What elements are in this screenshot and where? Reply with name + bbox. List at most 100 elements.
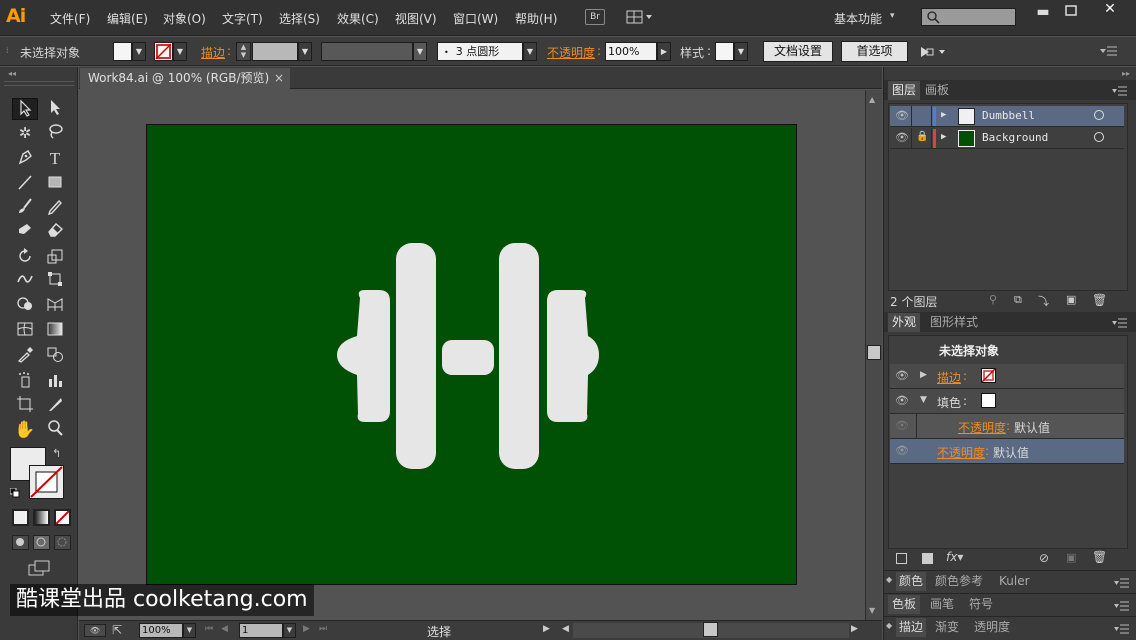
- color-mode-button[interactable]: [12, 509, 29, 526]
- zoom-tool-icon[interactable]: [42, 419, 68, 441]
- locate-object-icon[interactable]: ⚲: [989, 293, 997, 306]
- prev-artboard-icon[interactable]: ◀: [221, 624, 228, 634]
- selection-tool-icon[interactable]: [12, 98, 38, 120]
- next-artboard-icon[interactable]: ▶: [303, 624, 310, 634]
- free-transform-tool-icon[interactable]: [42, 270, 68, 292]
- new-layer-icon[interactable]: ▣: [1066, 293, 1076, 306]
- layer-row[interactable]: 👁 ▶ Dumbbell: [890, 106, 1124, 127]
- paintbrush-tool-icon[interactable]: [12, 197, 38, 219]
- vertical-scrollbar[interactable]: ▲ ▼: [865, 90, 882, 620]
- panel-menu-icon[interactable]: [1098, 45, 1118, 57]
- menu-view[interactable]: 视图(V): [395, 10, 437, 27]
- fill-opacity-label[interactable]: 不透明度: [958, 419, 1006, 436]
- eye-icon[interactable]: 👁: [895, 370, 909, 381]
- artboard-dropdown[interactable]: ▼: [283, 623, 296, 638]
- add-effect-icon[interactable]: fx▾: [946, 550, 963, 564]
- zoom-input[interactable]: 100%: [139, 623, 183, 638]
- appearance-stroke-label[interactable]: 描边: [937, 369, 961, 386]
- menu-window[interactable]: 窗口(W): [453, 10, 498, 27]
- eye-icon[interactable]: 👁: [895, 132, 909, 143]
- brush-definition[interactable]: • 3 点圆形: [437, 42, 523, 61]
- tab-stroke[interactable]: 描边: [896, 618, 926, 637]
- layers-menu-icon[interactable]: [1112, 85, 1128, 96]
- arrange-documents-icon[interactable]: [626, 9, 654, 25]
- first-artboard-icon[interactable]: ⏮: [205, 624, 213, 634]
- menu-effect[interactable]: 效果(C): [337, 10, 379, 27]
- draw-normal-icon[interactable]: [12, 535, 29, 550]
- pencil-tool-icon[interactable]: [42, 197, 68, 219]
- swap-colors-icon[interactable]: ↰: [52, 447, 61, 460]
- lock-icon[interactable]: 🔒: [916, 131, 928, 142]
- menu-help[interactable]: 帮助(H): [515, 10, 557, 27]
- close-window-button[interactable]: ✕: [1090, 1, 1130, 19]
- opacity-input[interactable]: 100%: [605, 42, 657, 61]
- stroke-weight-input[interactable]: [252, 42, 298, 61]
- menu-select[interactable]: 选择(S): [279, 10, 320, 27]
- maximize-button[interactable]: [1058, 3, 1084, 19]
- share-icon[interactable]: ⇱: [112, 623, 122, 637]
- pen-tool-icon[interactable]: [12, 148, 38, 170]
- artboard[interactable]: [146, 124, 797, 585]
- tab-transparency[interactable]: 透明度: [974, 618, 1010, 637]
- layer-name[interactable]: Background: [982, 131, 1048, 144]
- draw-inside-icon[interactable]: [54, 535, 71, 550]
- slice-tool-icon[interactable]: [42, 395, 68, 417]
- width-tool-icon[interactable]: [12, 270, 38, 292]
- minimize-button[interactable]: ▬: [1030, 4, 1056, 20]
- eraser-tool-icon[interactable]: [42, 220, 68, 242]
- mesh-tool-icon[interactable]: [12, 320, 38, 342]
- search-input[interactable]: [921, 8, 1016, 26]
- duplicate-item-icon[interactable]: ▣: [1066, 551, 1076, 564]
- menu-edit[interactable]: 编辑(E): [107, 10, 148, 27]
- column-graph-tool-icon[interactable]: [42, 371, 68, 393]
- expand-stroke-icon[interactable]: ▶: [920, 370, 927, 380]
- delete-layer-icon[interactable]: 🗑: [1092, 293, 1107, 307]
- tab-layers[interactable]: 图层: [888, 81, 920, 100]
- scroll-left-icon[interactable]: ◀: [562, 624, 569, 634]
- target-circle-icon[interactable]: [1094, 110, 1104, 120]
- expand-layer-icon[interactable]: ▶: [941, 110, 946, 120]
- tab-color-guide[interactable]: 颜色参考: [935, 572, 983, 591]
- status-menu-icon[interactable]: ▶: [543, 624, 550, 634]
- tab-appearance[interactable]: 外观: [888, 313, 920, 332]
- appearance-opacity-row[interactable]: 👁 不透明度 : 默认值: [890, 439, 1124, 464]
- tab-brushes[interactable]: 画笔: [930, 595, 954, 614]
- scale-tool-icon[interactable]: [42, 247, 68, 269]
- collapse-panel-icon[interactable]: ◂◂: [8, 69, 16, 78]
- hscroll-thumb[interactable]: [703, 622, 718, 637]
- gradient-tool-icon[interactable]: [42, 320, 68, 342]
- tab-swatches[interactable]: 色板: [888, 595, 920, 614]
- stroke-swatch[interactable]: [154, 42, 173, 61]
- blob-brush-tool-icon[interactable]: [12, 220, 38, 242]
- gradient-mode-button[interactable]: [33, 509, 50, 526]
- scroll-right-icon[interactable]: ▶: [851, 624, 858, 634]
- swatches-menu-icon[interactable]: [1114, 600, 1130, 611]
- fill-dropdown[interactable]: ▼: [132, 42, 146, 61]
- stroke-panel-menu-icon[interactable]: [1114, 623, 1130, 634]
- zoom-dropdown[interactable]: ▼: [183, 623, 196, 638]
- fill-swatch[interactable]: [113, 42, 132, 61]
- tab-graphic-styles[interactable]: 图形样式: [930, 313, 978, 332]
- lasso-tool-icon[interactable]: [42, 122, 68, 144]
- scroll-up-icon[interactable]: ▲: [869, 95, 875, 104]
- scroll-thumb[interactable]: [867, 345, 881, 360]
- draw-behind-icon[interactable]: [33, 535, 50, 550]
- default-colors-icon[interactable]: [9, 487, 20, 498]
- hand-tool-icon[interactable]: ✋: [12, 419, 38, 441]
- tab-gradient[interactable]: 渐变: [935, 618, 959, 637]
- stroke-weight-stepper[interactable]: ▲ ▼: [236, 42, 251, 61]
- make-clipping-mask-icon[interactable]: ⧉: [1014, 293, 1022, 307]
- appearance-menu-icon[interactable]: [1112, 317, 1128, 328]
- artboard-number-input[interactable]: 1: [239, 623, 283, 638]
- appearance-fill-row[interactable]: 👁 ▼ 填色 :: [890, 389, 1124, 414]
- stroke-weight-dropdown[interactable]: ▼: [298, 42, 312, 61]
- layer-name[interactable]: Dumbbell: [982, 109, 1035, 122]
- variable-width-profile[interactable]: [321, 42, 413, 61]
- graphic-style-swatch[interactable]: [715, 42, 734, 61]
- menu-object[interactable]: 对象(O): [163, 10, 206, 27]
- add-stroke-icon[interactable]: [896, 553, 907, 564]
- expand-arrows-icon[interactable]: ◆: [886, 621, 892, 630]
- expand-arrows-icon[interactable]: ◆: [886, 575, 892, 584]
- target-circle-icon[interactable]: [1094, 132, 1104, 142]
- expand-layer-icon[interactable]: ▶: [941, 132, 946, 142]
